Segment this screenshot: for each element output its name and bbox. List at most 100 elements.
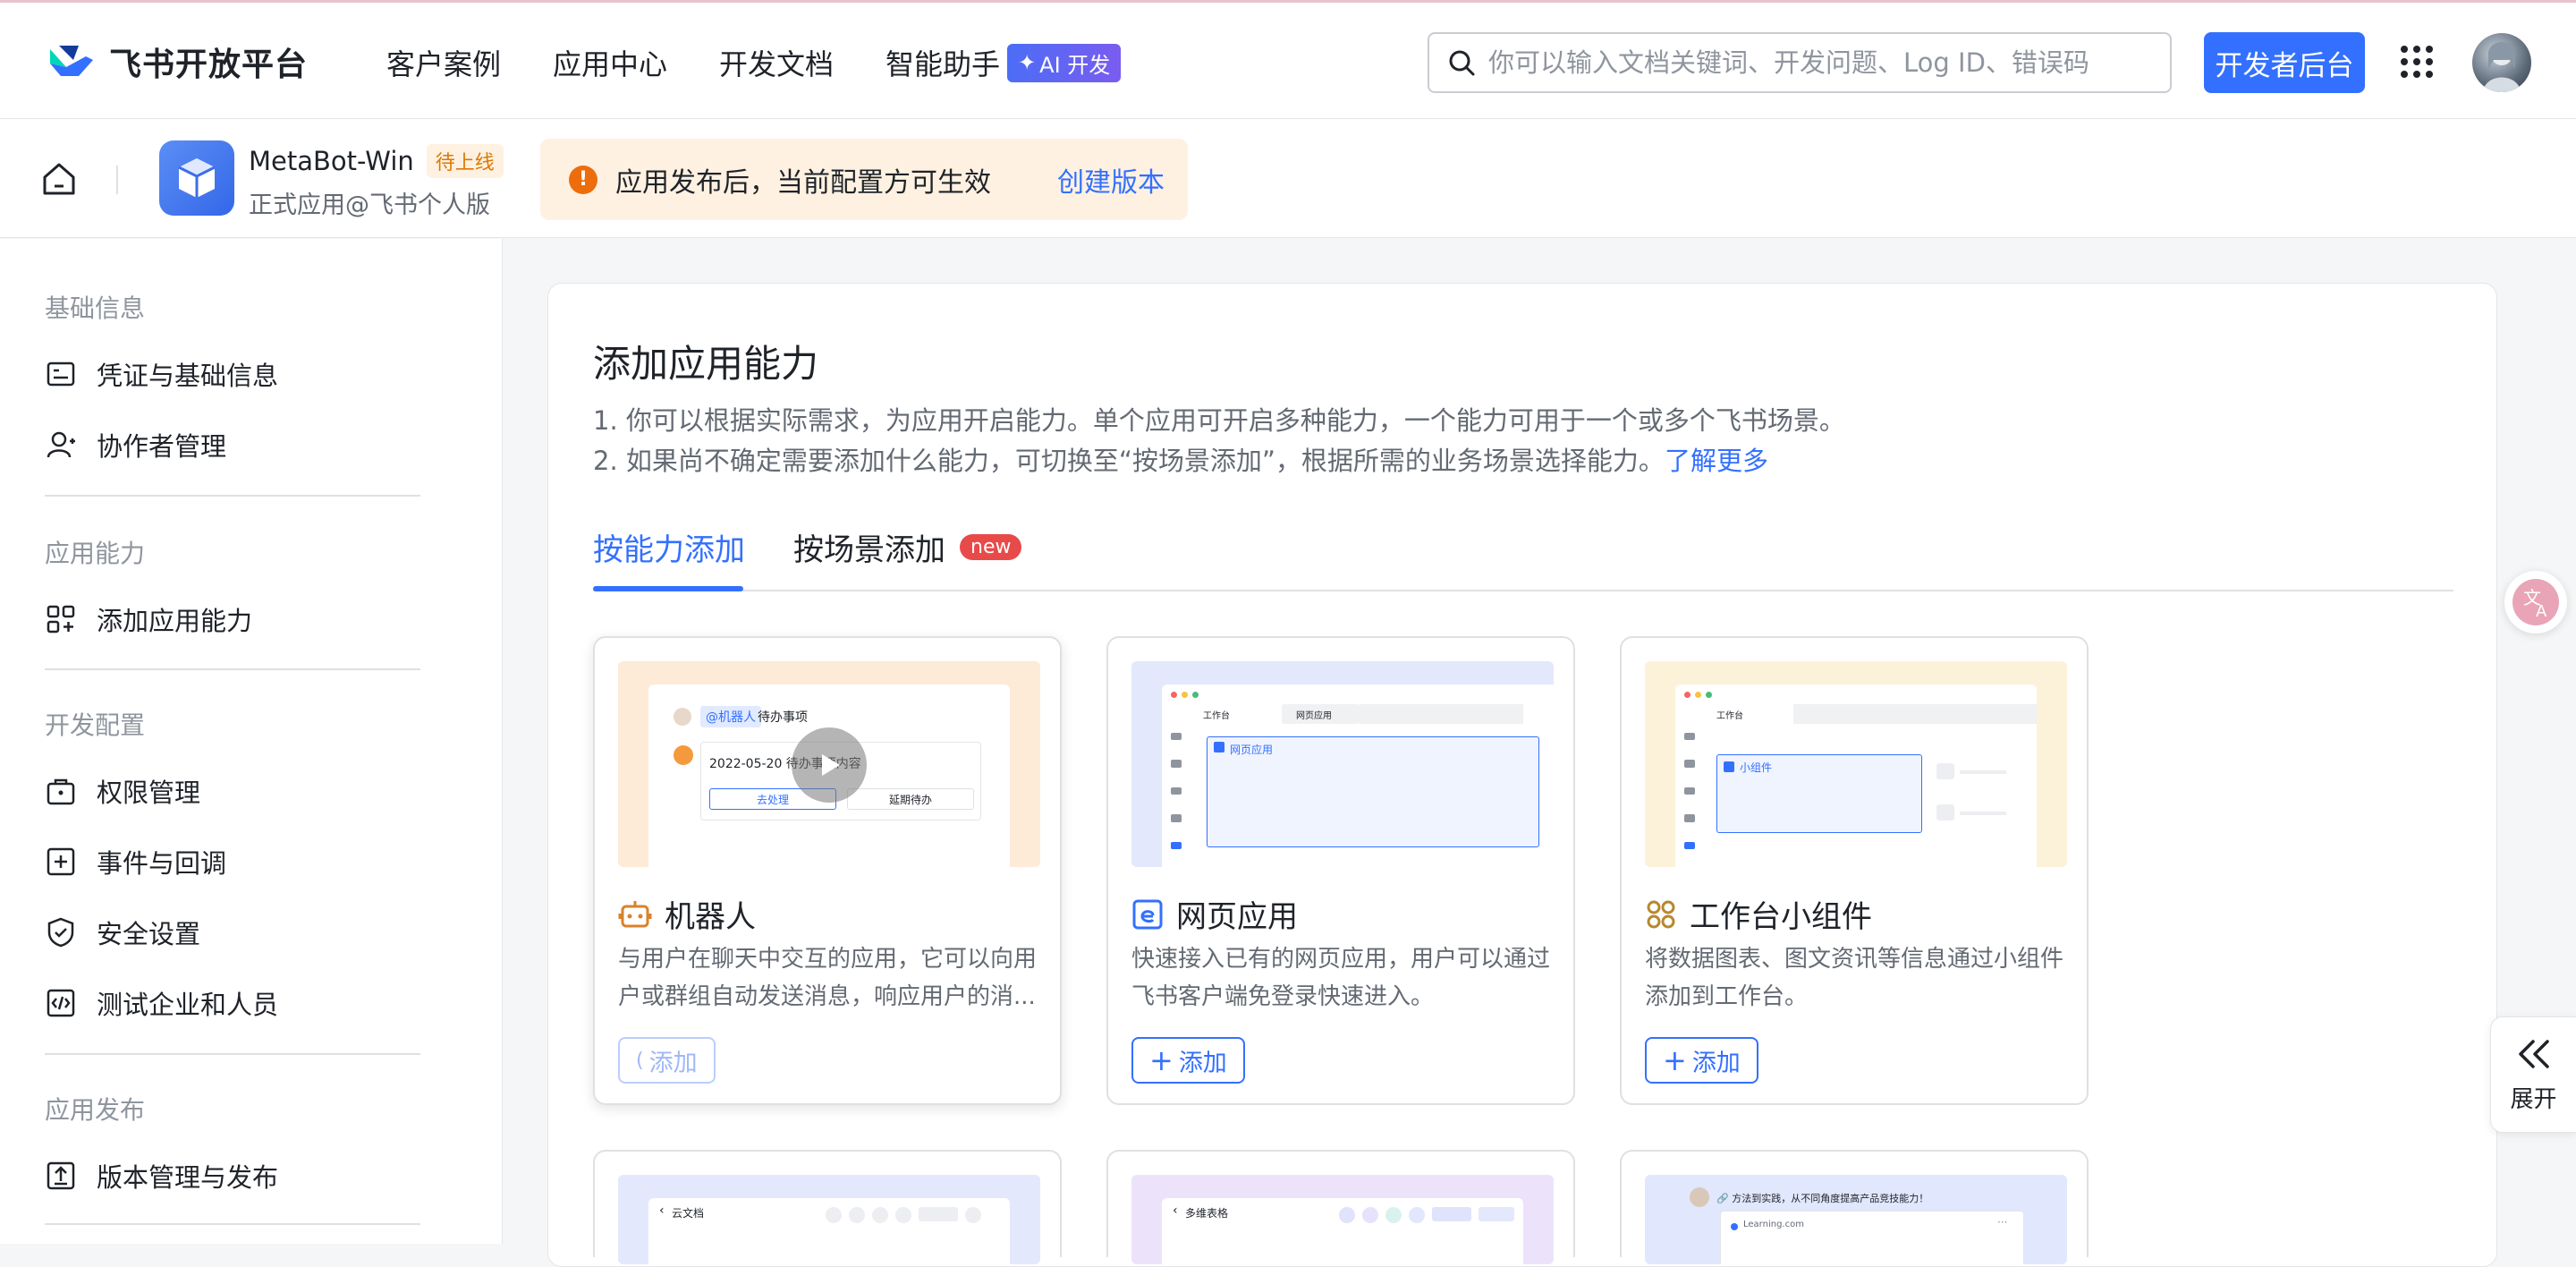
sidebar-divider bbox=[45, 495, 420, 497]
sidebar-item-label: 协作者管理 bbox=[97, 431, 227, 462]
sidebar-group-publish: 应用发布 bbox=[45, 1095, 146, 1125]
thumb-tab-1: 工作台 bbox=[1203, 711, 1230, 721]
thumb-btn-2: 延期待办 bbox=[847, 788, 974, 810]
learn-more-link[interactable]: 了解更多 bbox=[1665, 446, 1768, 476]
apps-add-icon bbox=[47, 605, 75, 634]
translate-button[interactable]: 文A bbox=[2504, 571, 2567, 634]
app-header-bar: MetaBot-Win 待上线 正式应用@飞书个人版 ! 应用发布后，当前配置方… bbox=[0, 119, 2576, 238]
create-version-link[interactable]: 创建版本 bbox=[1057, 160, 1165, 200]
chevron-left-icon: ‹ bbox=[659, 1203, 665, 1218]
add-widget-button[interactable]: + 添加 bbox=[1645, 1037, 1758, 1084]
capability-card-bot[interactable]: @机器人 待办事项 2022-05-20 待办事项内容 去处理 延期待办 机器人… bbox=[593, 636, 1062, 1105]
upload-box-icon bbox=[47, 1161, 75, 1190]
logo-text: 飞书开放平台 bbox=[109, 47, 309, 83]
event-add-icon bbox=[47, 847, 75, 876]
sidebar-item-label: 版本管理与发布 bbox=[97, 1162, 279, 1193]
thumb-tab-1: 工作台 bbox=[1716, 711, 1743, 721]
shield-icon bbox=[47, 917, 74, 948]
nav-assistant-label: 智能助手 bbox=[886, 47, 1001, 81]
sidebar-item-credentials[interactable]: 凭证与基础信息 bbox=[45, 355, 278, 393]
webapp-preview-image: 工作台 网页应用 网页应用 bbox=[1131, 661, 1554, 867]
home-icon[interactable] bbox=[39, 161, 79, 197]
warning-icon: ! bbox=[569, 165, 597, 194]
add-label: 添加 bbox=[1178, 1049, 1227, 1077]
sidebar-item-permissions[interactable]: 权限管理 bbox=[45, 772, 200, 810]
add-bot-button[interactable]: ( 添加 bbox=[618, 1037, 716, 1084]
sidebar-item-events[interactable]: 事件与回调 bbox=[45, 843, 226, 880]
sidebar-item-security[interactable]: 安全设置 bbox=[45, 914, 200, 951]
sidebar-item-collaborators[interactable]: 协作者管理 bbox=[45, 426, 226, 463]
link-icon: 🔗 bbox=[1716, 1193, 1729, 1204]
divider bbox=[116, 166, 118, 194]
description-text: 2. 如果尚不确定需要添加什么能力，可切换至“按场景添加”，根据所需的业务场景选… bbox=[593, 446, 1665, 476]
thumb-panel-label: 小组件 bbox=[1740, 761, 1773, 774]
sidebar-item-versions[interactable]: 版本管理与发布 bbox=[45, 1157, 278, 1195]
description-line-2: 2. 如果尚不确定需要添加什么能力，可切换至“按场景添加”，根据所需的业务场景选… bbox=[593, 440, 1768, 478]
user-add-icon bbox=[47, 431, 75, 458]
feishu-logo[interactable]: 飞书开放平台 bbox=[47, 38, 308, 85]
app-icon bbox=[159, 140, 234, 216]
bitable-preview-image: ‹ 多维表格 bbox=[1131, 1175, 1554, 1264]
thumb-tab-2: 网页应用 bbox=[1296, 711, 1332, 721]
sidebar-item-label: 安全设置 bbox=[97, 919, 201, 949]
sidebar-divider bbox=[45, 1223, 420, 1225]
feishu-logo-icon bbox=[50, 46, 93, 76]
capability-title-label: 机器人 bbox=[665, 899, 756, 935]
nav-assistant[interactable]: 智能助手 ✦ AI 开发 bbox=[886, 42, 1122, 83]
apps-grid-icon[interactable] bbox=[2401, 46, 2433, 78]
briefcase-icon bbox=[47, 778, 75, 805]
add-webapp-button[interactable]: + 添加 bbox=[1131, 1037, 1245, 1084]
new-badge: new bbox=[960, 534, 1022, 560]
code-box-icon bbox=[47, 989, 75, 1017]
double-chevron-left-icon bbox=[2518, 1039, 2549, 1068]
thumb-sub: Learning.com bbox=[1743, 1220, 1804, 1229]
tab-by-capability[interactable]: 按能力添加 bbox=[593, 525, 745, 569]
search-box[interactable] bbox=[1428, 32, 2172, 93]
sidebar-group-basic: 基础信息 bbox=[45, 293, 146, 323]
capability-title-label: 网页应用 bbox=[1176, 899, 1298, 935]
thumb-panel-label: 网页应用 bbox=[1230, 744, 1274, 756]
more-icon: ··· bbox=[1997, 1216, 2008, 1229]
app-subtitle: 正式应用@飞书个人版 bbox=[249, 191, 490, 219]
capability-card-link-preview[interactable]: 🔗 方法到实践，从不同角度提高产品竞技能力！ Learning.com ··· bbox=[1620, 1150, 2089, 1264]
sidebar-item-test-users[interactable]: 测试企业和人员 bbox=[45, 984, 278, 1022]
ai-badge: ✦ AI 开发 bbox=[1007, 43, 1122, 82]
link-preview-image: 🔗 方法到实践，从不同角度提高产品竞技能力！ Learning.com ··· bbox=[1645, 1175, 2067, 1264]
widget-grid-icon bbox=[1647, 900, 1675, 928]
tab-label: 按能力添加 bbox=[593, 532, 745, 568]
tab-by-scenario[interactable]: 按场景添加 new bbox=[793, 525, 1022, 569]
capability-card-bitable[interactable]: ‹ 多维表格 bbox=[1106, 1150, 1575, 1264]
status-badge: 待上线 bbox=[426, 144, 504, 178]
expand-panel-button[interactable]: 展开 bbox=[2490, 1016, 2576, 1133]
sidebar-item-add-capability[interactable]: 添加应用能力 bbox=[45, 600, 252, 638]
capability-card-widget[interactable]: 工作台 小组件 工作台小组件 将数据图表、图文资讯等信息通过小组件添加到工作台。… bbox=[1620, 636, 2089, 1105]
loading-icon: ( bbox=[636, 1049, 644, 1072]
bot-preview-image: @机器人 待办事项 2022-05-20 待办事项内容 去处理 延期待办 bbox=[618, 661, 1040, 867]
capability-card-webapp[interactable]: 工作台 网页应用 网页应用 网页应用 快速接入已有的网页应用，用户可以通过飞书客… bbox=[1106, 636, 1575, 1105]
widget-preview-image: 工作台 小组件 bbox=[1645, 661, 2067, 867]
nav-app-center[interactable]: 应用中心 bbox=[553, 42, 667, 83]
plus-icon: + bbox=[1149, 1043, 1174, 1077]
nav-dev-docs[interactable]: 开发文档 bbox=[719, 42, 834, 83]
expand-label: 展开 bbox=[2510, 1085, 2557, 1113]
add-label: 添加 bbox=[648, 1049, 698, 1077]
sidebar-divider bbox=[45, 1053, 420, 1055]
publish-notice: ! 应用发布后，当前配置方可生效 创建版本 bbox=[540, 139, 1188, 220]
docs-preview-image: ‹ 云文档 bbox=[618, 1175, 1040, 1264]
sidebar-group-dev-config: 开发配置 bbox=[45, 710, 146, 740]
capability-card-docs[interactable]: ‹ 云文档 bbox=[593, 1150, 1062, 1264]
search-input[interactable] bbox=[1488, 47, 2150, 78]
capability-tabs: 按能力添加 按场景添加 new bbox=[593, 525, 2453, 591]
nav-customer-cases[interactable]: 客户案例 bbox=[386, 42, 501, 83]
plus-icon: + bbox=[1663, 1043, 1687, 1077]
search-icon bbox=[1449, 50, 1475, 76]
developer-console-button[interactable]: 开发者后台 bbox=[2204, 32, 2365, 93]
sidebar-divider bbox=[45, 668, 420, 670]
sidebar-group-capabilities: 应用能力 bbox=[45, 539, 146, 568]
top-navbar: 飞书开放平台 客户案例 应用中心 开发文档 智能助手 ✦ AI 开发 开发者后台 bbox=[0, 0, 2576, 119]
chevron-left-icon: ‹ bbox=[1173, 1203, 1178, 1218]
play-icon[interactable] bbox=[792, 727, 867, 803]
add-label: 添加 bbox=[1691, 1049, 1741, 1077]
user-avatar[interactable] bbox=[2472, 33, 2531, 92]
capability-title: 工作台小组件 bbox=[1645, 892, 1872, 936]
